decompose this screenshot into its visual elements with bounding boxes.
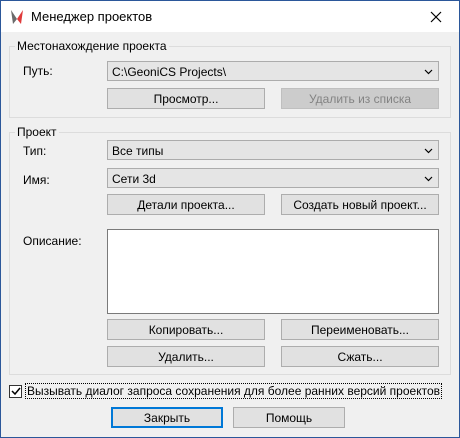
type-select[interactable]: Все типы <box>107 140 439 160</box>
type-label: Тип: <box>23 144 47 158</box>
description-textarea[interactable] <box>107 229 439 314</box>
create-project-button[interactable]: Создать новый проект... <box>281 194 439 215</box>
browse-button[interactable]: Просмотр... <box>107 88 265 109</box>
path-select[interactable]: C:\GeoniCS Projects\ <box>107 61 439 81</box>
project-group-title: Проект <box>15 125 59 139</box>
delete-button[interactable]: Удалить... <box>107 346 265 367</box>
help-button[interactable]: Помощь <box>233 407 345 428</box>
chevron-down-icon <box>424 69 433 75</box>
description-label: Описание: <box>23 234 82 248</box>
copy-button[interactable]: Копировать... <box>107 319 265 340</box>
save-dialog-checkbox[interactable] <box>9 384 22 398</box>
path-select-value: C:\GeoniCS Projects\ <box>112 65 227 79</box>
app-logo-icon <box>11 10 23 24</box>
remove-from-list-button[interactable]: Удалить из списка <box>281 88 439 109</box>
close-icon <box>430 11 442 22</box>
close-button[interactable]: Закрыть <box>111 407 223 428</box>
title-bar: Менеджер проектов <box>1 1 459 32</box>
close-window-button[interactable] <box>413 1 459 32</box>
save-dialog-option[interactable]: Вызывать диалог запроса сохранения для б… <box>9 383 442 399</box>
project-details-button[interactable]: Детали проекта... <box>107 194 265 215</box>
type-select-value: Все типы <box>112 144 164 158</box>
compress-button[interactable]: Сжать... <box>281 346 439 367</box>
rename-button[interactable]: Переименовать... <box>281 319 439 340</box>
save-dialog-label: Вызывать диалог запроса сохранения для б… <box>25 383 442 399</box>
name-select[interactable]: Сети 3d <box>107 168 439 188</box>
chevron-down-icon <box>424 176 433 182</box>
project-manager-window: Менеджер проектов Местонахождение проект… <box>0 0 460 438</box>
name-label: Имя: <box>23 173 50 187</box>
location-group-title: Местонахождение проекта <box>15 39 169 53</box>
window-title: Менеджер проектов <box>31 9 153 24</box>
name-select-value: Сети 3d <box>112 172 156 186</box>
path-label: Путь: <box>23 64 53 78</box>
checkmark-icon <box>10 387 21 396</box>
chevron-down-icon <box>424 148 433 154</box>
